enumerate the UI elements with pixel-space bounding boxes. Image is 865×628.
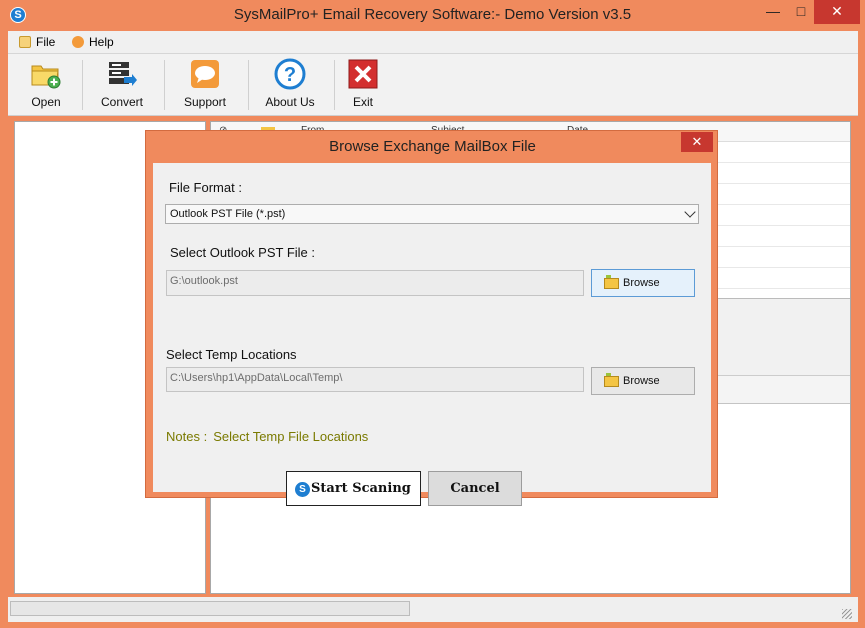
close-window-button[interactable]: ✕ (814, 0, 860, 24)
browse-temp-label: Browse (623, 375, 660, 387)
resize-grip-icon[interactable] (842, 609, 852, 619)
dialog-body: File Format : Outlook PST File (*.pst) S… (153, 163, 711, 506)
file-format-value: Outlook PST File (*.pst) (170, 208, 286, 220)
file-format-select[interactable]: Outlook PST File (*.pst) (165, 204, 699, 224)
start-scanning-button[interactable]: S Start Scaning (286, 471, 421, 506)
notes-text: Select Temp File Locations (213, 429, 369, 444)
support-label: Support (183, 95, 227, 109)
about-us-label: About Us (265, 95, 315, 109)
svg-text:?: ? (284, 64, 296, 86)
convert-label: Convert (100, 95, 144, 109)
menu-file[interactable]: File (19, 35, 55, 49)
maximize-button[interactable]: □ (788, 0, 814, 24)
notes-prefix: Notes : (166, 429, 208, 444)
menu-file-label: File (36, 35, 56, 49)
browse-mailbox-dialog: Browse Exchange MailBox File ✕ File Form… (145, 130, 718, 506)
select-pst-label: Select Outlook PST File : (170, 245, 315, 260)
exit-label: Exit (352, 95, 373, 109)
progress-bar (10, 601, 410, 616)
support-button[interactable]: Support (178, 58, 232, 112)
browse-temp-button[interactable]: Browse (591, 367, 695, 395)
main-window: S SysMailPro+ Email Recovery Software:- … (0, 0, 865, 628)
folder-icon (604, 275, 619, 289)
window-title: SysMailPro+ Email Recovery Software:- De… (233, 6, 632, 23)
dialog-close-button[interactable]: ✕ (681, 132, 713, 152)
support-chat-icon (188, 58, 222, 90)
status-bar (8, 597, 858, 622)
app-logo-icon: S (295, 482, 310, 497)
toolbar-separator (82, 60, 83, 110)
temp-location-label: Select Temp Locations (166, 347, 297, 362)
exit-x-icon (346, 58, 380, 90)
exit-button[interactable]: Exit (346, 58, 380, 112)
toolbar-separator (248, 60, 249, 110)
file-format-label: File Format : (169, 180, 242, 195)
menu-help[interactable]: Help (72, 35, 114, 49)
menu-help-label: Help (89, 35, 114, 49)
menu-bar: File Help (8, 31, 858, 54)
toolbar-separator (334, 60, 335, 110)
browse-pst-label: Browse (623, 277, 660, 289)
folder-icon (604, 373, 619, 387)
pst-path-input[interactable]: G:\outlook.pst (166, 270, 584, 296)
open-folder-icon (29, 58, 63, 90)
temp-notes: Notes : Select Temp File Locations (166, 429, 368, 444)
convert-button[interactable]: Convert (96, 58, 148, 112)
minimize-button[interactable]: — (760, 0, 786, 24)
browse-pst-button[interactable]: Browse (591, 269, 695, 297)
about-us-button[interactable]: ? About Us (262, 58, 318, 112)
chevron-down-icon (684, 206, 696, 218)
toolbar-separator (164, 60, 165, 110)
help-icon (72, 36, 84, 48)
question-mark-icon: ? (273, 58, 307, 90)
convert-icon (105, 58, 139, 90)
title-bar[interactable]: S SysMailPro+ Email Recovery Software:- … (0, 0, 865, 31)
toolbar: Open Convert Support ? About Us Exit (8, 54, 858, 116)
temp-path-input[interactable]: C:\Users\hp1\AppData\Local\Temp\ (166, 367, 584, 392)
cancel-button[interactable]: Cancel (428, 471, 522, 506)
file-icon (19, 36, 31, 48)
start-scanning-label: Start Scaning (311, 481, 411, 496)
open-label: Open (31, 95, 61, 109)
open-button[interactable]: Open (22, 58, 70, 112)
dialog-title: Browse Exchange MailBox File (329, 138, 536, 155)
